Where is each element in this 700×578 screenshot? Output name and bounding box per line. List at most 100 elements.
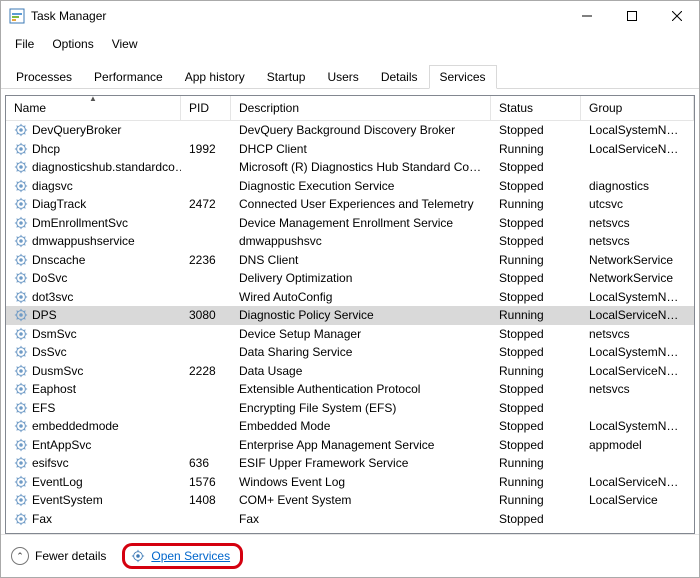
table-row[interactable]: DoSvcDelivery OptimizationStoppedNetwork… [6,269,694,288]
table-row[interactable]: DsSvcData Sharing ServiceStoppedLocalSys… [6,343,694,362]
cell-status: Running [491,363,581,379]
table-row[interactable]: dmwappushservicedmwappushsvcStoppednetsv… [6,232,694,251]
service-icon [14,253,28,267]
table-row[interactable]: DiagTrack2472Connected User Experiences … [6,195,694,214]
cell-status: Stopped [491,344,581,360]
service-icon [14,179,28,193]
cell-status: Running [491,141,581,157]
table-row[interactable]: DusmSvc2228Data UsageRunningLocalService… [6,362,694,381]
cell-status: Running [491,252,581,268]
cell-pid: 1992 [181,141,231,157]
open-services-link[interactable]: Open Services [131,549,230,563]
col-description[interactable]: Description [231,96,491,120]
cell-status: Running [491,455,581,471]
cell-description: Fax [231,511,491,527]
maximize-button[interactable] [609,1,654,31]
cell-group: netsvcs [581,215,694,231]
grid-header: Name▲ PID Description Status Group [6,96,694,121]
table-row[interactable]: esifsvc636ESIF Upper Framework ServiceRu… [6,454,694,473]
tabs: Processes Performance App history Startu… [1,58,699,89]
menu-view[interactable]: View [104,35,146,53]
table-row[interactable]: EFSEncrypting File System (EFS)Stopped [6,399,694,418]
cell-description: Data Usage [231,363,491,379]
table-row[interactable]: Dhcp1992DHCP ClientRunningLocalServiceN… [6,140,694,159]
cell-description: ESIF Upper Framework Service [231,455,491,471]
cell-name: diagnosticshub.standardco… [6,159,181,175]
cell-pid: 1408 [181,492,231,508]
cell-description: Enterprise App Management Service [231,437,491,453]
cell-pid: 2228 [181,363,231,379]
cell-name: DevQueryBroker [6,122,181,138]
table-row[interactable]: diagsvcDiagnostic Execution ServiceStopp… [6,177,694,196]
cell-pid [181,444,231,446]
cell-description: Delivery Optimization [231,270,491,286]
col-status[interactable]: Status [491,96,581,120]
table-row[interactable]: diagnosticshub.standardco…Microsoft (R) … [6,158,694,177]
table-row[interactable]: DevQueryBroker DevQuery Background Discov… [6,121,694,140]
menu-file[interactable]: File [7,35,42,53]
cell-name: Dnscache [6,252,181,268]
minimize-button[interactable] [564,1,609,31]
table-row[interactable]: DPS3080Diagnostic Policy ServiceRunningL… [6,306,694,325]
cell-name: diagsvc [6,178,181,194]
cell-group [581,462,694,464]
table-row[interactable]: EventLog1576Windows Event LogRunningLoca… [6,473,694,492]
fewer-details-button[interactable]: ⌃ Fewer details [11,547,106,565]
cell-pid [181,296,231,298]
tab-processes[interactable]: Processes [5,65,83,89]
cell-description: DevQuery Background Discovery Broker [231,122,491,138]
table-row[interactable]: FaxFaxStopped [6,510,694,529]
table-row[interactable]: embeddedmodeEmbedded ModeStoppedLocalSys… [6,417,694,436]
col-group[interactable]: Group [581,96,694,120]
cell-group: netsvcs [581,233,694,249]
tab-users[interactable]: Users [316,65,369,89]
grid-body[interactable]: DevQueryBroker DevQuery Background Discov… [6,121,694,533]
cell-pid [181,129,231,131]
col-name[interactable]: Name▲ [6,96,181,120]
cell-group [581,166,694,168]
cell-status: Stopped [491,437,581,453]
tab-services[interactable]: Services [429,65,497,89]
cell-group: LocalServiceN… [581,307,694,323]
window-title: Task Manager [31,9,564,23]
service-icon [14,382,28,396]
tab-performance[interactable]: Performance [83,65,174,89]
table-row[interactable]: DsmSvcDevice Setup ManagerStoppednetsvcs [6,325,694,344]
service-icon [14,123,28,137]
service-icon [14,364,28,378]
table-row[interactable]: dot3svcWired AutoConfigStoppedLocalSyste… [6,288,694,307]
table-row[interactable]: Dnscache2236DNS ClientRunningNetworkServ… [6,251,694,270]
table-row[interactable]: EventSystem1408COM+ Event SystemRunningL… [6,491,694,510]
cell-name: DiagTrack [6,196,181,212]
cell-name: DPS [6,307,181,323]
cell-name: embeddedmode [6,418,181,434]
tab-startup[interactable]: Startup [256,65,317,89]
cell-pid [181,277,231,279]
close-button[interactable] [654,1,699,31]
cell-pid [181,185,231,187]
cell-group: LocalService [581,492,694,508]
cell-description: Wired AutoConfig [231,289,491,305]
service-icon [14,308,28,322]
cell-description: Encrypting File System (EFS) [231,400,491,416]
titlebar[interactable]: Task Manager [1,1,699,31]
table-row[interactable]: EntAppSvcEnterprise App Management Servi… [6,436,694,455]
service-icon [14,234,28,248]
cell-name: dmwappushservice [6,233,181,249]
table-row[interactable]: EaphostExtensible Authentication Protoco… [6,380,694,399]
tab-details[interactable]: Details [370,65,429,89]
col-pid[interactable]: PID [181,96,231,120]
highlight-annotation: Open Services [122,543,243,569]
menu-options[interactable]: Options [44,35,101,53]
cell-description: Diagnostic Policy Service [231,307,491,323]
sort-arrow-icon: ▲ [89,95,97,103]
cell-pid: 636 [181,455,231,471]
cell-status: Stopped [491,418,581,434]
table-row[interactable]: DmEnrollmentSvcDevice Management Enrollm… [6,214,694,233]
services-grid: Name▲ PID Description Status Group DevQu… [5,95,695,534]
cell-pid: 2236 [181,252,231,268]
tab-apphistory[interactable]: App history [174,65,256,89]
cell-status: Running [491,492,581,508]
cell-group: netsvcs [581,381,694,397]
service-icon [14,271,28,285]
